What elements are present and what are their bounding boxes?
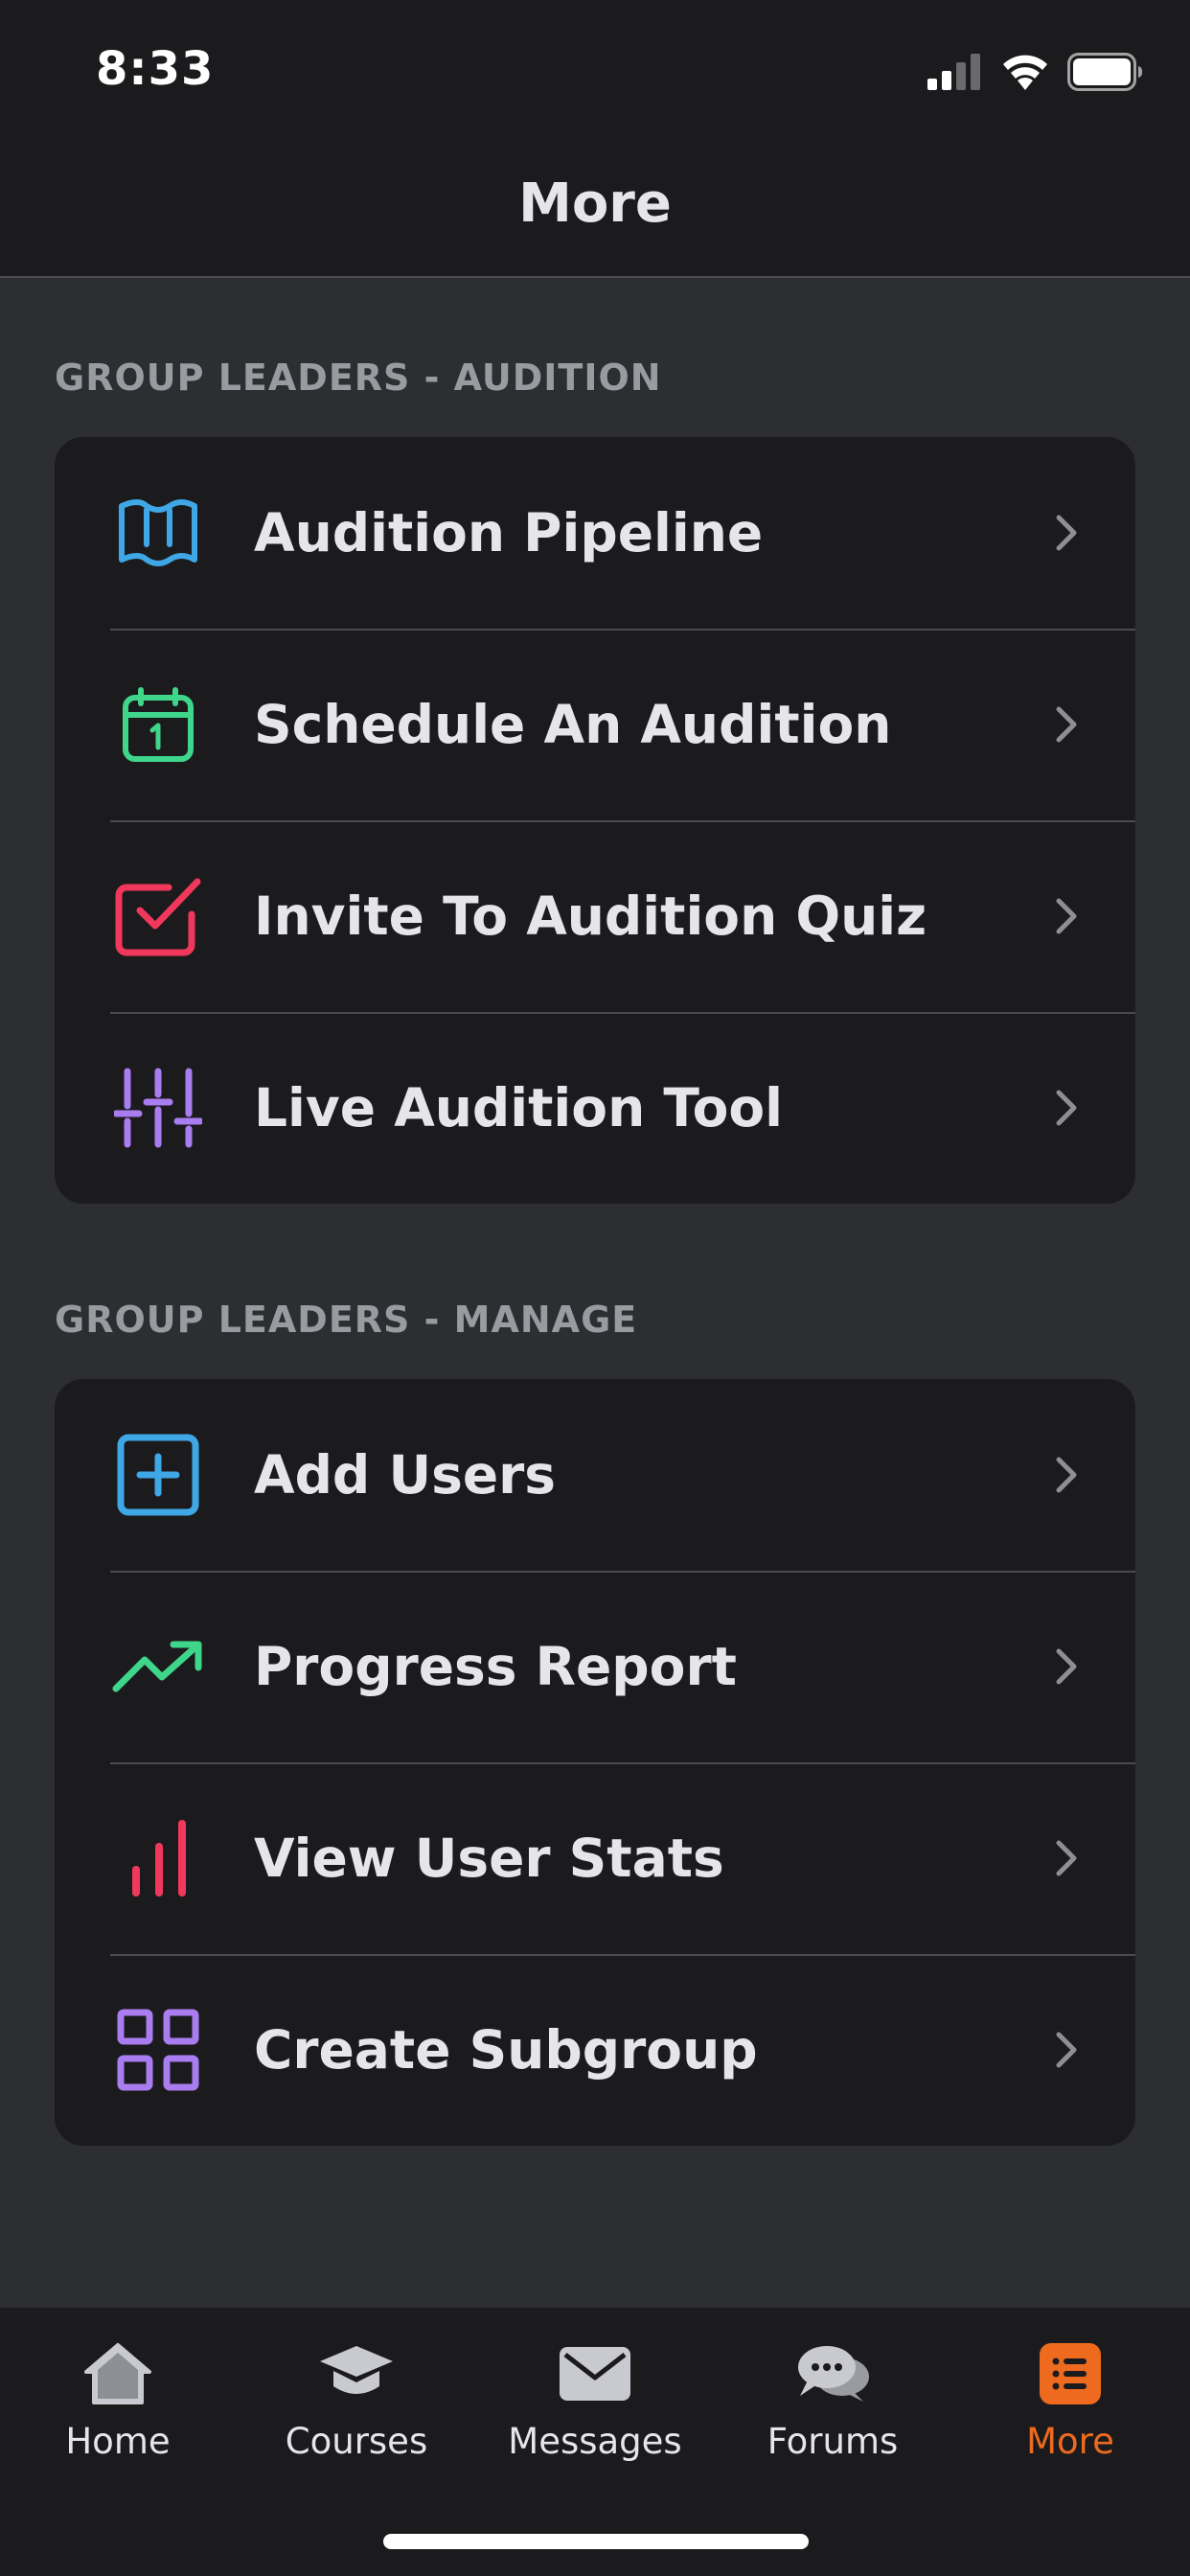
- tab-label: Messages: [508, 2421, 682, 2462]
- envelope-icon: [555, 2336, 635, 2411]
- menu-item-label: Live Audition Tool: [254, 1077, 784, 1138]
- bar-chart-icon: [110, 1810, 206, 1906]
- tab-label: Forums: [767, 2421, 899, 2462]
- tab-label: More: [1026, 2421, 1114, 2462]
- navigation-bar: More: [0, 144, 1190, 278]
- menu-item-view-user-stats[interactable]: View User Stats: [55, 1762, 1135, 1954]
- menu-item-label: Add Users: [254, 1444, 557, 1506]
- menu-item-label: Progress Report: [254, 1636, 737, 1697]
- chevron-right-icon: [1047, 701, 1086, 748]
- map-icon: [110, 485, 206, 581]
- calendar-icon: [110, 677, 206, 772]
- menu-item-invite-audition-quiz[interactable]: Invite To Audition Quiz: [55, 820, 1135, 1012]
- menu-item-audition-pipeline[interactable]: Audition Pipeline: [55, 437, 1135, 629]
- status-icons: [927, 53, 1144, 91]
- menu-item-label: Create Subgroup: [254, 2019, 758, 2081]
- checkbox-icon: [110, 868, 206, 964]
- tab-label: Home: [65, 2421, 171, 2462]
- tab-more[interactable]: More: [974, 2336, 1166, 2480]
- trending-up-icon: [110, 1619, 206, 1714]
- status-time: 8:33: [96, 42, 215, 96]
- chat-bubbles-icon: [792, 2336, 873, 2411]
- graduation-cap-icon: [316, 2336, 397, 2411]
- section-header-manage: GROUP LEADERS - MANAGE: [55, 1299, 638, 1341]
- chevron-right-icon: [1047, 2026, 1086, 2074]
- tab-home[interactable]: Home: [22, 2336, 214, 2480]
- chevron-right-icon: [1047, 509, 1086, 557]
- tab-messages[interactable]: Messages: [499, 2336, 691, 2480]
- menu-item-label: View User Stats: [254, 1828, 724, 1889]
- sliders-icon: [110, 1060, 206, 1156]
- battery-icon: [1067, 53, 1143, 91]
- cellular-signal-icon: [927, 54, 980, 90]
- chevron-right-icon: [1047, 892, 1086, 940]
- menu-item-label: Schedule An Audition: [254, 694, 892, 755]
- chevron-right-icon: [1047, 1834, 1086, 1882]
- menu-item-schedule-audition[interactable]: Schedule An Audition: [55, 629, 1135, 820]
- chevron-right-icon: [1047, 1451, 1086, 1499]
- audition-menu-card: Audition Pipeline Schedule An Audition I…: [55, 437, 1135, 1204]
- menu-item-add-users[interactable]: Add Users: [55, 1379, 1135, 1571]
- menu-item-label: Audition Pipeline: [254, 502, 764, 564]
- tab-label: Courses: [285, 2421, 428, 2462]
- menu-item-progress-report[interactable]: Progress Report: [55, 1571, 1135, 1762]
- tab-courses[interactable]: Courses: [261, 2336, 452, 2480]
- add-square-icon: [110, 1427, 206, 1523]
- tab-forums[interactable]: Forums: [737, 2336, 928, 2480]
- chevron-right-icon: [1047, 1084, 1086, 1132]
- wifi-icon: [1003, 55, 1047, 90]
- manage-menu-card: Add Users Progress Report View User Stat…: [55, 1379, 1135, 2146]
- chevron-right-icon: [1047, 1643, 1086, 1690]
- home-indicator[interactable]: [383, 2534, 809, 2549]
- list-icon: [1030, 2336, 1110, 2411]
- section-header-audition: GROUP LEADERS - AUDITION: [55, 356, 662, 399]
- menu-item-live-audition-tool[interactable]: Live Audition Tool: [55, 1012, 1135, 1204]
- menu-item-create-subgroup[interactable]: Create Subgroup: [55, 1954, 1135, 2146]
- status-bar: 8:33: [0, 0, 1190, 144]
- home-icon: [78, 2336, 158, 2411]
- grid-icon: [110, 2002, 206, 2098]
- menu-item-label: Invite To Audition Quiz: [254, 886, 927, 947]
- page-title: More: [518, 172, 672, 235]
